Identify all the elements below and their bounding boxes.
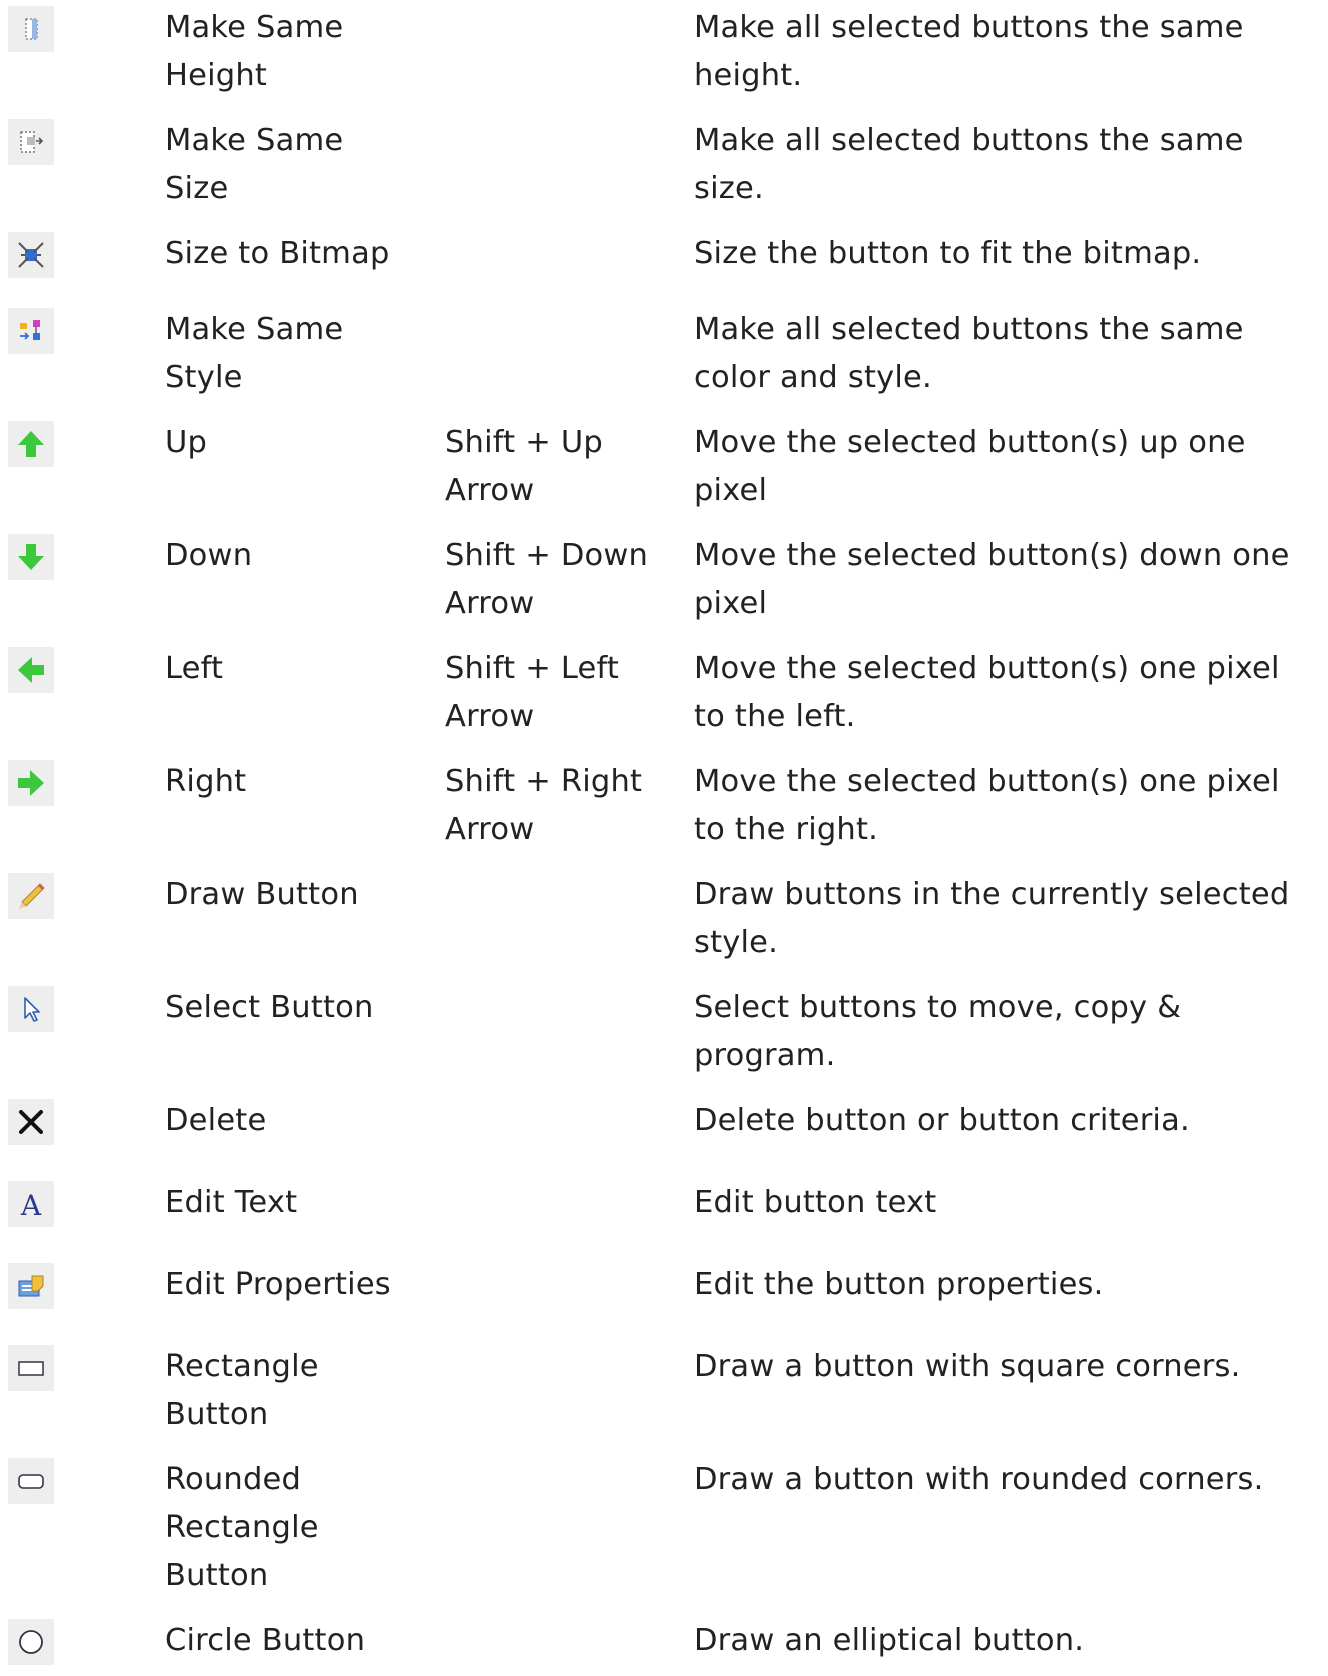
command-name: Delete [165,1103,267,1138]
rounded-rectangle-icon [8,1458,54,1504]
command-name: Edit Properties [165,1267,391,1302]
arrow-down-icon [8,534,54,580]
command-description: Draw an elliptical button. [694,1623,1085,1658]
command-name: Left [165,651,224,686]
command-description: Make all selected buttons the same size. [694,123,1244,206]
command-description: Move the selected button(s) one pixel to … [694,764,1280,847]
arrow-left-icon [8,647,54,693]
command-name: Down [165,538,253,573]
properties-icon [8,1263,54,1309]
delete-x-icon [8,1099,54,1145]
command-description: Make all selected buttons the same height… [694,10,1244,93]
command-name: Make Same Height [165,10,344,93]
command-name: Size to Bitmap [165,236,390,271]
command-name: Edit Text [165,1185,298,1220]
command-name: Up [165,425,208,460]
command-description: Move the selected button(s) down one pixe… [694,538,1290,621]
command-description: Delete button or button criteria. [694,1103,1190,1138]
command-description: Edit the button properties. [694,1267,1104,1302]
command-description: Move the selected button(s) up one pixel [694,425,1246,508]
command-name: Draw Button [165,877,359,912]
make-same-size-icon [8,119,54,165]
keyboard-shortcut: Shift + Left Arrow [445,651,620,734]
make-same-style-icon [8,308,54,354]
keyboard-shortcut: Shift + Down Arrow [445,538,649,621]
command-name: Make Same Style [165,312,344,395]
circle-icon [8,1619,54,1665]
arrow-right-icon [8,760,54,806]
size-to-bitmap-icon [8,232,54,278]
command-name: Select Button [165,990,374,1025]
command-description: Move the selected button(s) one pixel to … [694,651,1280,734]
command-name: Circle Button [165,1623,366,1658]
text-a-icon: A [8,1181,54,1227]
keyboard-shortcut: Shift + Up Arrow [445,425,603,508]
svg-text:A: A [20,1189,42,1219]
arrow-up-icon [8,421,54,467]
command-name: Make Same Size [165,123,344,206]
rectangle-icon [8,1345,54,1391]
command-description: Size the button to fit the bitmap. [694,236,1202,271]
make-same-height-icon [8,6,54,52]
pointer-icon [8,986,54,1032]
command-name: Rectangle Button [165,1349,319,1432]
command-description: Select buttons to move, copy & program. [694,990,1182,1073]
command-description: Edit button text [694,1185,937,1220]
keyboard-shortcut: Shift + Right Arrow [445,764,643,847]
command-description: Draw a button with square corners. [694,1349,1241,1384]
command-name: Rounded Rectangle Button [165,1462,319,1593]
command-description: Draw a button with rounded corners. [694,1462,1264,1497]
command-name: Right [165,764,247,799]
pencil-icon [8,873,54,919]
command-description: Make all selected buttons the same color … [694,312,1244,395]
command-description: Draw buttons in the currently selected st… [694,877,1290,960]
